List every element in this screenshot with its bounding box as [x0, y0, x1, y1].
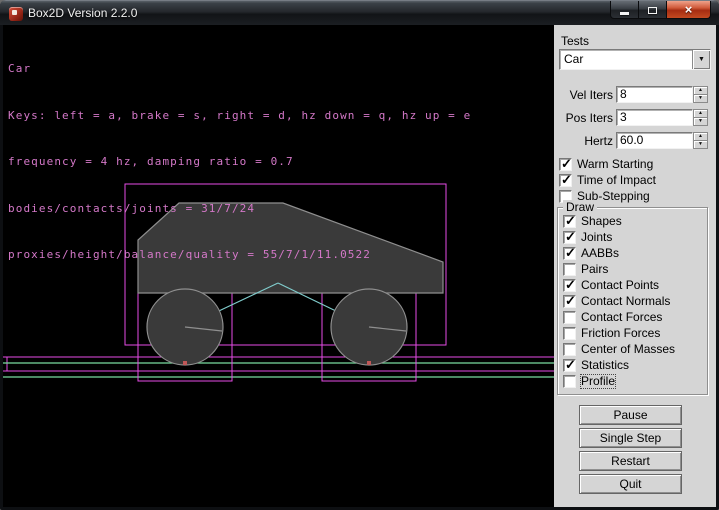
checkbox-box[interactable] [563, 263, 576, 276]
pos-iters-down-button[interactable]: ▼ [693, 118, 708, 126]
checkbox-time-of-impact[interactable]: Time of Impact [559, 173, 656, 187]
checkbox-label: AABBs [581, 247, 619, 260]
checkbox-label: Center of Masses [581, 343, 675, 356]
quit-button[interactable]: Quit [579, 474, 682, 494]
draw-group: Draw Shapes Joints AABBs Pairs [557, 207, 708, 395]
vel-iters-arrows: ▲ ▼ [693, 86, 708, 103]
checkbox-box[interactable] [563, 327, 576, 340]
checkbox-profile[interactable]: Profile [563, 374, 615, 388]
checkbox-label: Contact Forces [581, 311, 662, 324]
checkbox-label: Warm Starting [577, 158, 653, 171]
debug-line-bodies: bodies/contacts/joints = 31/7/24 [8, 201, 471, 217]
maximize-button[interactable] [639, 1, 666, 19]
vel-iters-input[interactable]: 8 [616, 86, 693, 103]
client-area: Car Keys: left = a, brake = s, right = d… [3, 25, 716, 507]
hertz-arrows: ▲ ▼ [693, 132, 708, 149]
contact-point [183, 361, 187, 365]
pos-iters-label: Pos Iters [554, 111, 613, 125]
checkbox-box[interactable] [563, 311, 576, 324]
chevron-down-icon: ▼ [698, 56, 705, 63]
tests-label: Tests [561, 34, 589, 48]
checkbox-label: Contact Points [581, 279, 659, 292]
pause-button[interactable]: Pause [579, 405, 682, 425]
checkbox-shapes[interactable]: Shapes [563, 214, 622, 228]
tests-dropdown[interactable]: Car ▼ [559, 49, 711, 70]
checkbox-statistics[interactable]: Statistics [563, 358, 629, 372]
hertz-spinner: Hertz 60.0 ▲ ▼ [554, 132, 716, 149]
checkbox-contact-points[interactable]: Contact Points [563, 278, 659, 292]
checkbox-label: Shapes [581, 215, 622, 228]
close-icon: × [685, 2, 693, 18]
checkbox-box[interactable] [563, 375, 576, 388]
checkbox-label: Time of Impact [577, 174, 656, 187]
checkbox-label: Pairs [581, 263, 608, 276]
checkbox-pairs[interactable]: Pairs [563, 262, 608, 276]
checkbox-box[interactable] [563, 359, 576, 372]
checkbox-contact-normals[interactable]: Contact Normals [563, 294, 670, 308]
checkbox-contact-forces[interactable]: Contact Forces [563, 310, 662, 324]
checkbox-box[interactable] [563, 215, 576, 228]
tests-dropdown-button[interactable]: ▼ [692, 50, 710, 69]
checkbox-label: Joints [581, 231, 612, 244]
vel-iters-label: Vel Iters [554, 88, 613, 102]
minimize-button[interactable] [610, 1, 639, 19]
pos-iters-input[interactable]: 3 [616, 109, 693, 126]
window-controls: × [610, 1, 711, 19]
contact-point [367, 361, 371, 365]
hertz-label: Hertz [554, 134, 613, 148]
pos-iters-up-button[interactable]: ▲ [693, 109, 708, 118]
checkbox-box[interactable] [563, 343, 576, 356]
tests-dropdown-value: Car [560, 50, 692, 69]
debug-line-title: Car [8, 61, 471, 77]
debug-line-freq: frequency = 4 hz, damping ratio = 0.7 [8, 154, 471, 170]
checkbox-warm-starting[interactable]: Warm Starting [559, 157, 653, 171]
restart-button[interactable]: Restart [579, 451, 682, 471]
checkbox-friction-forces[interactable]: Friction Forces [563, 326, 660, 340]
checkbox-label: Profile [581, 375, 615, 388]
checkbox-center-of-masses[interactable]: Center of Masses [563, 342, 675, 356]
checkbox-box[interactable] [563, 247, 576, 260]
checkbox-label: Contact Normals [581, 295, 670, 308]
titlebar[interactable]: Box2D Version 2.2.0 × [0, 0, 719, 25]
window-title: Box2D Version 2.2.0 [28, 6, 137, 20]
debug-line-proxies: proxies/height/balance/quality = 55/7/1/… [8, 247, 471, 263]
simulation-canvas[interactable]: Car Keys: left = a, brake = s, right = d… [3, 25, 554, 507]
checkbox-box[interactable] [559, 158, 572, 171]
checkbox-joints[interactable]: Joints [563, 230, 612, 244]
hertz-input[interactable]: 60.0 [616, 132, 693, 149]
checkbox-box[interactable] [559, 174, 572, 187]
checkbox-label: Friction Forces [581, 327, 660, 340]
vel-iters-spinner: Vel Iters 8 ▲ ▼ [554, 86, 716, 103]
minimize-icon [620, 12, 629, 15]
vel-iters-down-button[interactable]: ▼ [693, 95, 708, 103]
hertz-up-button[interactable]: ▲ [693, 132, 708, 141]
app-icon [9, 7, 23, 21]
pos-iters-spinner: Pos Iters 3 ▲ ▼ [554, 109, 716, 126]
pos-iters-arrows: ▲ ▼ [693, 109, 708, 126]
debug-line-keys: Keys: left = a, brake = s, right = d, hz… [8, 108, 471, 124]
hertz-down-button[interactable]: ▼ [693, 141, 708, 149]
checkbox-box[interactable] [563, 295, 576, 308]
control-panel: Tests Car ▼ Vel Iters 8 ▲ ▼ Pos Iters 3 … [554, 25, 716, 507]
checkbox-box[interactable] [563, 231, 576, 244]
checkbox-box[interactable] [563, 279, 576, 292]
checkbox-aabbs[interactable]: AABBs [563, 246, 619, 260]
debug-text-block: Car Keys: left = a, brake = s, right = d… [8, 30, 471, 294]
close-button[interactable]: × [666, 1, 711, 19]
maximize-icon [648, 7, 657, 14]
app-window: Box2D Version 2.2.0 × [0, 0, 719, 510]
vel-iters-up-button[interactable]: ▲ [693, 86, 708, 95]
checkbox-label: Statistics [581, 359, 629, 372]
single-step-button[interactable]: Single Step [579, 428, 682, 448]
